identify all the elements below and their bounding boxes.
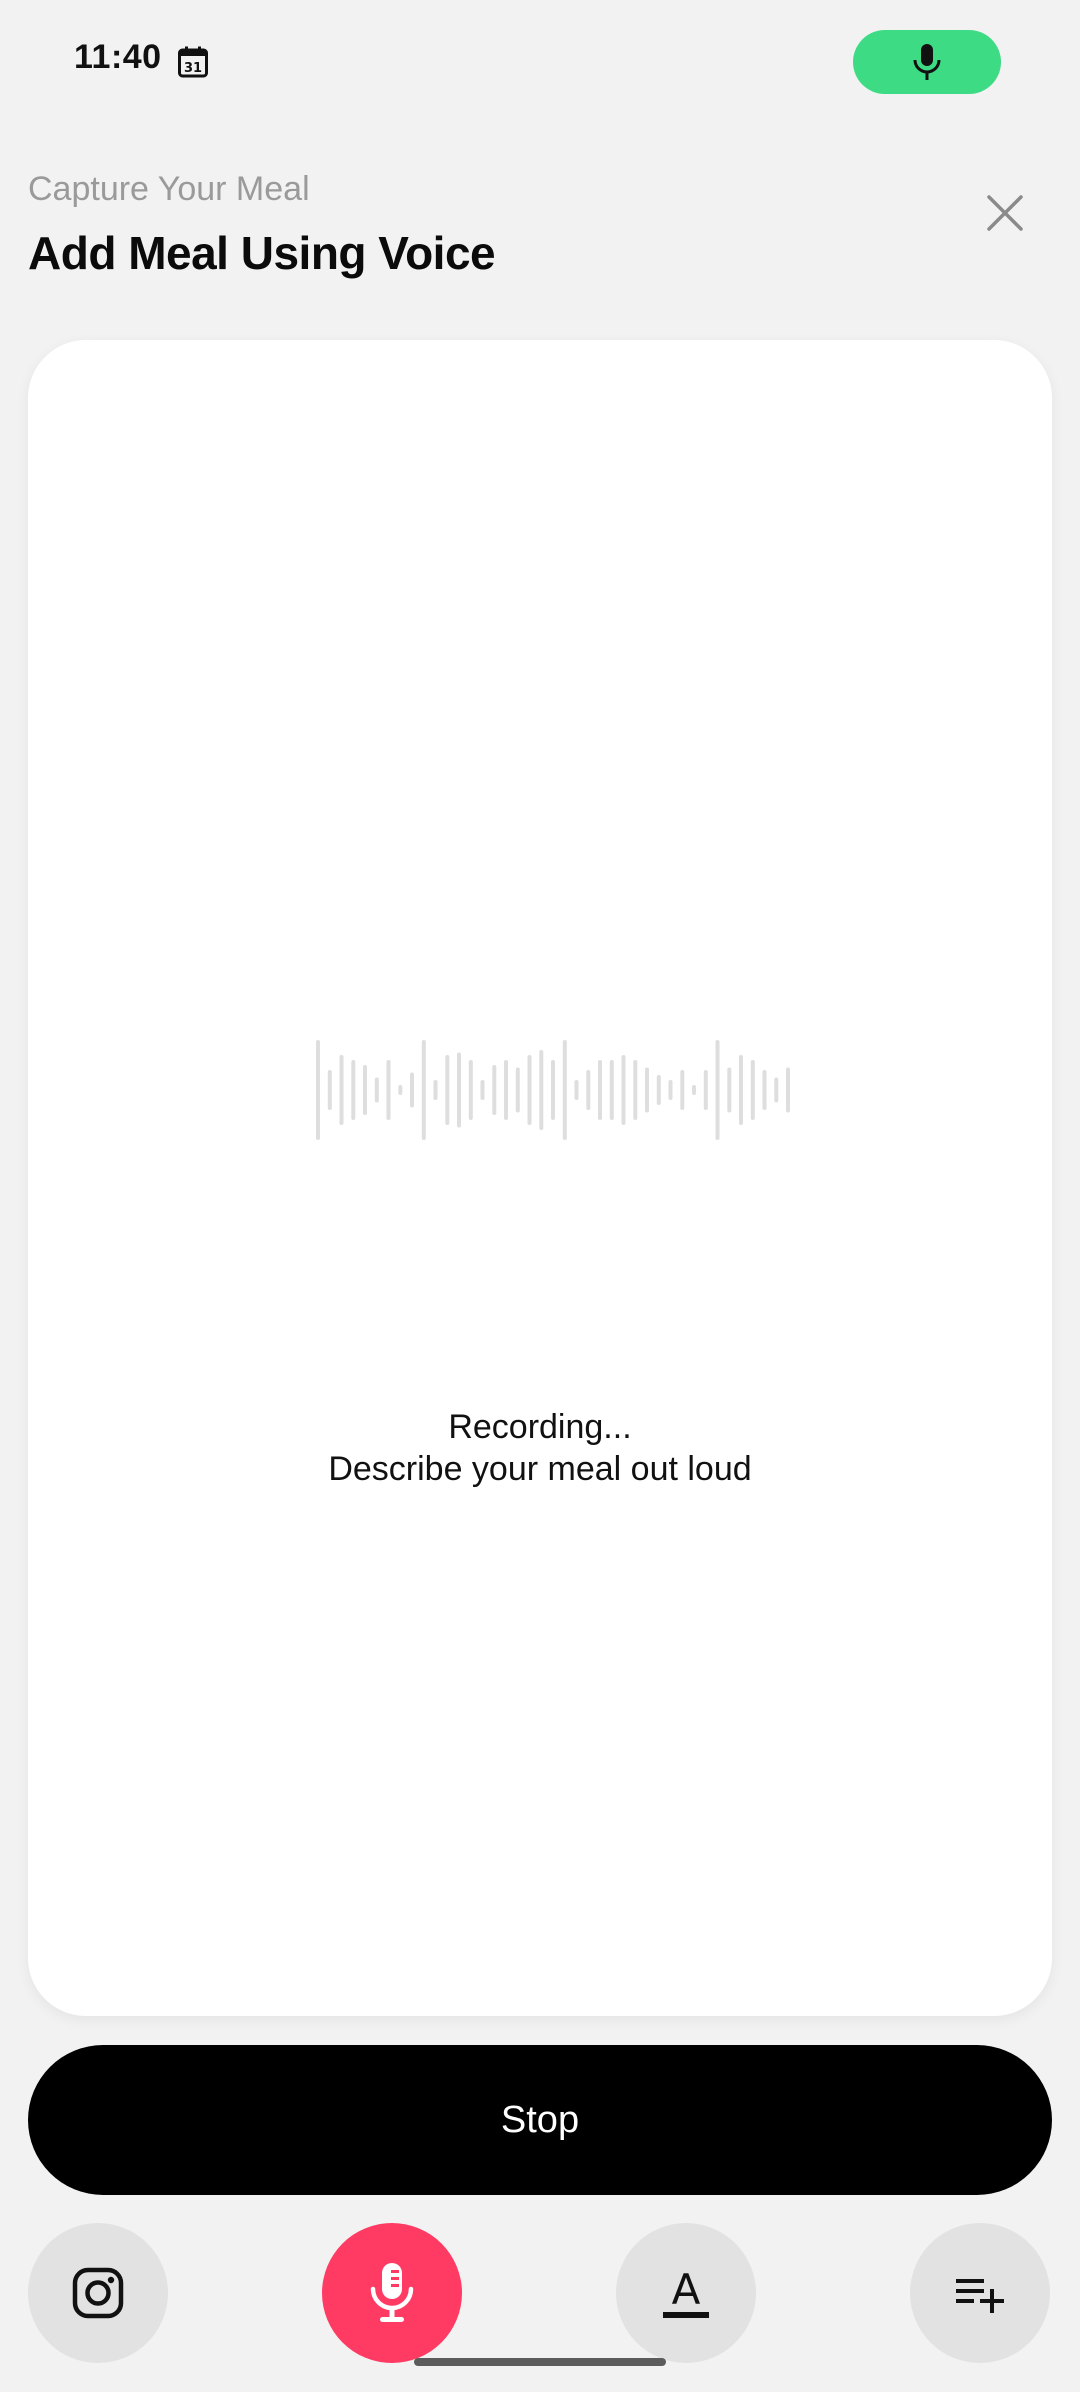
- waveform-bar: [515, 1067, 520, 1113]
- waveform-bar: [727, 1067, 732, 1113]
- waveform-bar: [645, 1067, 649, 1113]
- stop-button[interactable]: Stop: [28, 2045, 1052, 2195]
- text-input-button[interactable]: A: [616, 2223, 756, 2363]
- waveform-bar: [762, 1070, 767, 1110]
- voice-record-button[interactable]: [322, 2223, 462, 2363]
- home-indicator[interactable]: [414, 2358, 666, 2366]
- waveform-bar: [551, 1060, 555, 1120]
- recording-card: Recording... Describe your meal out loud: [28, 340, 1052, 2016]
- waveform-bar: [562, 1040, 567, 1140]
- recording-status-line2: Describe your meal out loud: [328, 1450, 752, 1488]
- waveform-bar: [786, 1067, 790, 1113]
- recording-status-line1: Recording...: [448, 1408, 632, 1446]
- waveform-bar: [398, 1085, 403, 1095]
- waveform-bar: [410, 1072, 414, 1108]
- text-format-icon: A: [663, 2266, 709, 2318]
- waveform-bar: [586, 1070, 591, 1110]
- waveform-bar: [656, 1075, 661, 1105]
- waveform-bar: [703, 1070, 708, 1110]
- waveform-bar: [386, 1060, 391, 1120]
- waveform-bar: [668, 1080, 673, 1100]
- waveform-bar: [445, 1055, 450, 1125]
- instagram-icon: [72, 2267, 124, 2319]
- calendar-icon: 31: [178, 46, 208, 78]
- waveform-bar: [316, 1040, 320, 1140]
- waveform-bar: [468, 1060, 473, 1120]
- page-title: Add Meal Using Voice: [28, 227, 496, 279]
- add-meal-voice-screen: 11:40 31 Capture Your Meal Add Meal Usin…: [0, 0, 1080, 2392]
- waveform-bar: [739, 1055, 743, 1125]
- waveform-bar: [715, 1040, 720, 1140]
- waveform-bar: [574, 1080, 579, 1100]
- close-button[interactable]: [975, 183, 1035, 243]
- waveform-bar: [750, 1060, 755, 1120]
- waveform-bar: [374, 1077, 379, 1103]
- waveform-bar: [539, 1050, 544, 1130]
- waveform-bar: [351, 1060, 356, 1120]
- mic-in-use-indicator[interactable]: [853, 30, 1001, 94]
- waveform-bar: [504, 1060, 508, 1120]
- waveform-bar: [421, 1040, 426, 1140]
- waveform-bar: [457, 1052, 461, 1128]
- waveform-bar: [433, 1080, 438, 1100]
- waveform-bar: [774, 1077, 779, 1103]
- waveform-bar: [609, 1060, 614, 1120]
- page-subtitle: Capture Your Meal: [28, 170, 310, 208]
- instagram-button[interactable]: [28, 2223, 168, 2363]
- waveform-bar: [527, 1055, 532, 1125]
- waveform-bar: [680, 1070, 685, 1110]
- microphone-icon: [370, 2263, 414, 2322]
- close-icon: [987, 195, 1023, 231]
- waveform-icon: [316, 1040, 790, 1140]
- status-time: 11:40: [74, 38, 162, 76]
- waveform-bar: [633, 1060, 638, 1120]
- text-format-glyph: A: [672, 2266, 701, 2314]
- recording-status: Recording... Describe your meal out loud: [28, 1406, 1052, 1490]
- waveform-bar: [692, 1085, 696, 1095]
- add-to-list-icon: [956, 2279, 1004, 2313]
- microphone-icon: [913, 44, 941, 80]
- calendar-day-text: 31: [184, 61, 202, 76]
- waveform-bar: [363, 1065, 367, 1115]
- waveform-bar: [480, 1080, 485, 1100]
- waveform-bar: [621, 1055, 626, 1125]
- waveform-bar: [598, 1060, 602, 1120]
- waveform-bar: [492, 1065, 497, 1115]
- waveform-bar: [327, 1070, 332, 1110]
- waveform-bar: [339, 1055, 344, 1125]
- add-to-list-button[interactable]: [910, 2223, 1050, 2363]
